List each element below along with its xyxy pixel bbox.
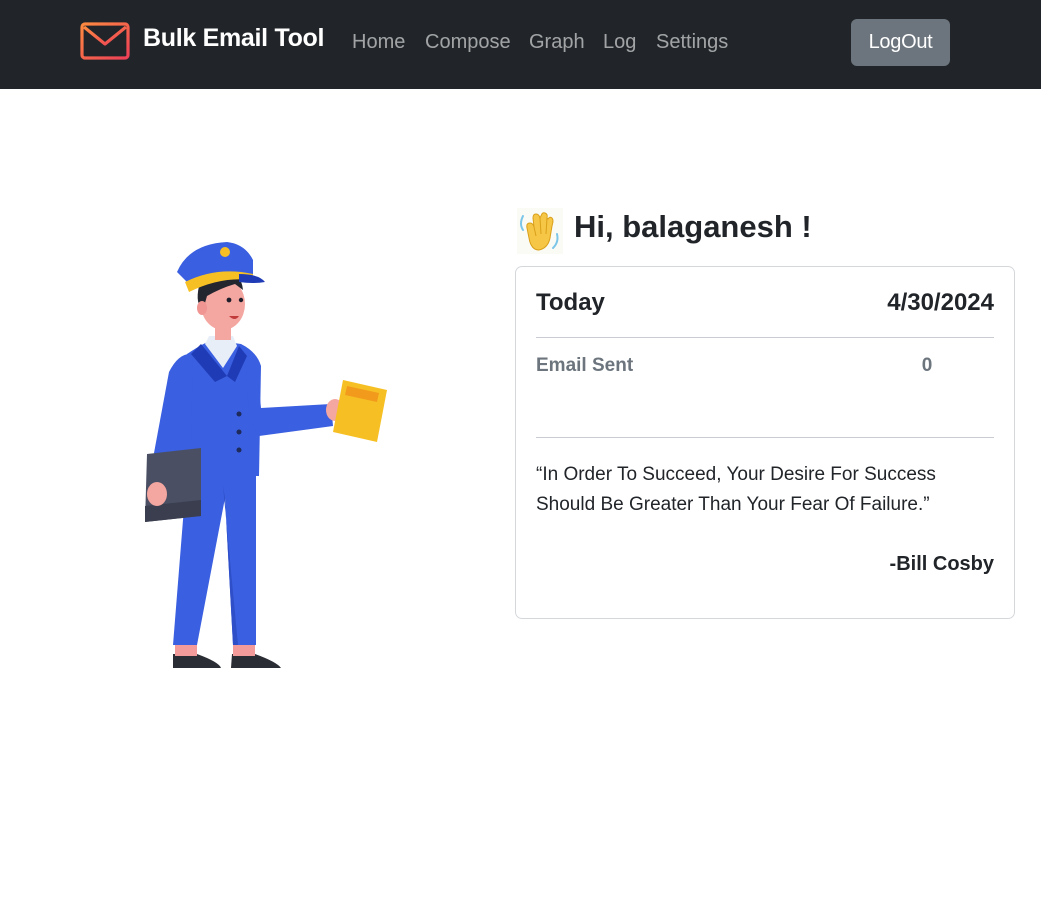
- nav-link-home[interactable]: Home: [352, 31, 405, 54]
- mail-carrier-illustration: [145, 242, 387, 668]
- motivational-quote: “In Order To Succeed, Your Desire For Su…: [536, 464, 936, 515]
- envelope-icon[interactable]: [80, 22, 130, 60]
- nav-link-settings[interactable]: Settings: [656, 31, 728, 54]
- greeting-heading: Hi, balaganesh !: [574, 209, 812, 244]
- nav-link-compose[interactable]: Compose: [425, 31, 511, 54]
- nav-link-log[interactable]: Log: [603, 31, 636, 54]
- quote-author: -Bill Cosby: [889, 553, 994, 575]
- top-navbar: Bulk Email Tool Home Compose Graph Log S…: [0, 0, 1041, 89]
- nav-link-graph[interactable]: Graph: [529, 31, 585, 54]
- email-sent-count: 0: [921, 355, 933, 376]
- logout-button[interactable]: LogOut: [851, 19, 950, 66]
- email-sent-label: Email Sent: [536, 355, 634, 376]
- card-divider: [536, 437, 994, 438]
- brand-title[interactable]: Bulk Email Tool: [143, 24, 324, 53]
- daily-summary-card: Today 4/30/2024 Email Sent 0 “In Order T…: [515, 266, 1015, 619]
- waving-hand-icon: [517, 208, 563, 254]
- today-date: 4/30/2024: [887, 289, 994, 316]
- card-divider: [536, 337, 994, 338]
- today-label: Today: [536, 289, 605, 316]
